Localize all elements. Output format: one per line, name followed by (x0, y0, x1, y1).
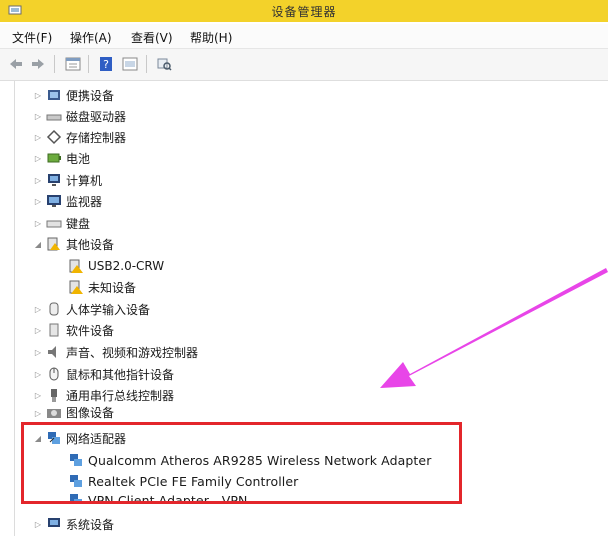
annotation-arrow-icon (380, 268, 608, 388)
